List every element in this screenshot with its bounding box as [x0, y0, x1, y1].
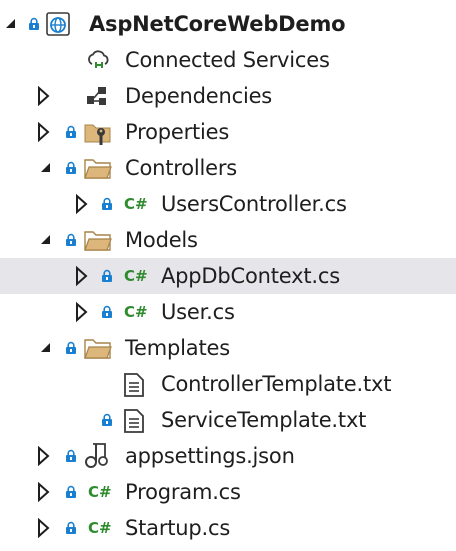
expanded-arrow-icon[interactable]: [41, 343, 51, 353]
tree-row-appdbcontext[interactable]: C# AppDbContext.cs: [0, 258, 456, 294]
expanded-arrow-icon[interactable]: [6, 19, 16, 29]
expanded-arrow-icon[interactable]: [41, 163, 51, 173]
collapsed-arrow-icon[interactable]: [38, 121, 50, 143]
tree-row-startup[interactable]: C# Startup.cs: [0, 510, 456, 546]
folder-icon: [84, 159, 112, 179]
lock-icon: [102, 413, 112, 426]
collapsed-arrow-icon[interactable]: [38, 445, 50, 467]
tree-row-userscontroller[interactable]: C# UsersController.cs: [0, 186, 456, 222]
text-file-icon: [124, 409, 144, 433]
tree-row-appsettings[interactable]: appsettings.json: [0, 438, 456, 474]
tree-node-label: Templates: [125, 336, 230, 360]
lock-icon: [66, 449, 76, 462]
tree-node-label: User.cs: [161, 300, 235, 324]
tree-node-label: Dependencies: [125, 84, 273, 108]
dependencies-icon: [87, 87, 106, 105]
tree-row-user[interactable]: C# User.cs: [0, 294, 456, 330]
lock-icon: [102, 197, 112, 210]
connected-services-icon: [88, 50, 109, 68]
project-label: AspNetCoreWebDemo: [89, 12, 346, 36]
collapsed-arrow-icon[interactable]: [38, 85, 50, 107]
tree-row-servicetemplate[interactable]: ServiceTemplate.txt: [0, 402, 456, 438]
lock-icon: [29, 17, 39, 30]
solution-explorer-tree: AspNetCoreWebDemo Connected Services Dep…: [0, 0, 456, 551]
csharp-file-icon: C#: [124, 267, 148, 285]
tree-node-label: Program.cs: [125, 480, 241, 504]
tree-node-label: Models: [125, 228, 198, 252]
lock-icon: [66, 521, 76, 534]
tree-node-label: AppDbContext.cs: [161, 264, 340, 288]
tree-node-label: Properties: [125, 120, 230, 144]
tree-node-label: Controllers: [125, 156, 238, 180]
tree-row-connected-services[interactable]: Connected Services: [0, 42, 456, 78]
lock-icon: [66, 341, 76, 354]
csharp-file-icon: C#: [124, 195, 148, 213]
tree-row-properties[interactable]: Properties: [0, 114, 456, 150]
collapsed-arrow-icon[interactable]: [38, 517, 50, 539]
collapsed-arrow-icon[interactable]: [38, 481, 50, 503]
tree-row-dependencies[interactable]: Dependencies: [0, 78, 456, 114]
tree-row-controllertemplate[interactable]: ControllerTemplate.txt: [0, 366, 456, 402]
tree-row-templates[interactable]: Templates: [0, 330, 456, 366]
tree-node-label: appsettings.json: [125, 444, 295, 468]
properties-folder-icon: [84, 124, 111, 145]
lock-icon: [66, 125, 76, 138]
tree-row-controllers[interactable]: Controllers: [0, 150, 456, 186]
tree-node-label: Connected Services: [125, 48, 330, 72]
csharp-file-icon: C#: [124, 303, 148, 321]
text-file-icon: [124, 373, 144, 397]
collapsed-arrow-icon[interactable]: [76, 193, 88, 215]
tree-row-program[interactable]: C# Program.cs: [0, 474, 456, 510]
lock-icon: [66, 233, 76, 246]
lock-icon: [66, 485, 76, 498]
expanded-arrow-icon[interactable]: [41, 235, 51, 245]
tree-row-project[interactable]: AspNetCoreWebDemo: [0, 6, 456, 42]
tree-node-label: ServiceTemplate.txt: [161, 408, 367, 432]
tree-node-label: UsersController.cs: [161, 192, 347, 216]
lock-icon: [102, 305, 112, 318]
collapsed-arrow-icon[interactable]: [76, 265, 88, 287]
tree-node-label: Startup.cs: [125, 516, 231, 540]
json-file-icon: [85, 443, 108, 468]
collapsed-arrow-icon[interactable]: [76, 301, 88, 323]
web-project-icon: [46, 12, 70, 36]
lock-icon: [102, 269, 112, 282]
csharp-file-icon: C#: [88, 519, 112, 537]
tree-node-label: ControllerTemplate.txt: [161, 372, 392, 396]
tree-row-models[interactable]: Models: [0, 222, 456, 258]
csharp-file-icon: C#: [88, 483, 112, 501]
lock-icon: [66, 161, 76, 174]
folder-icon: [84, 231, 112, 251]
folder-icon: [84, 339, 112, 359]
